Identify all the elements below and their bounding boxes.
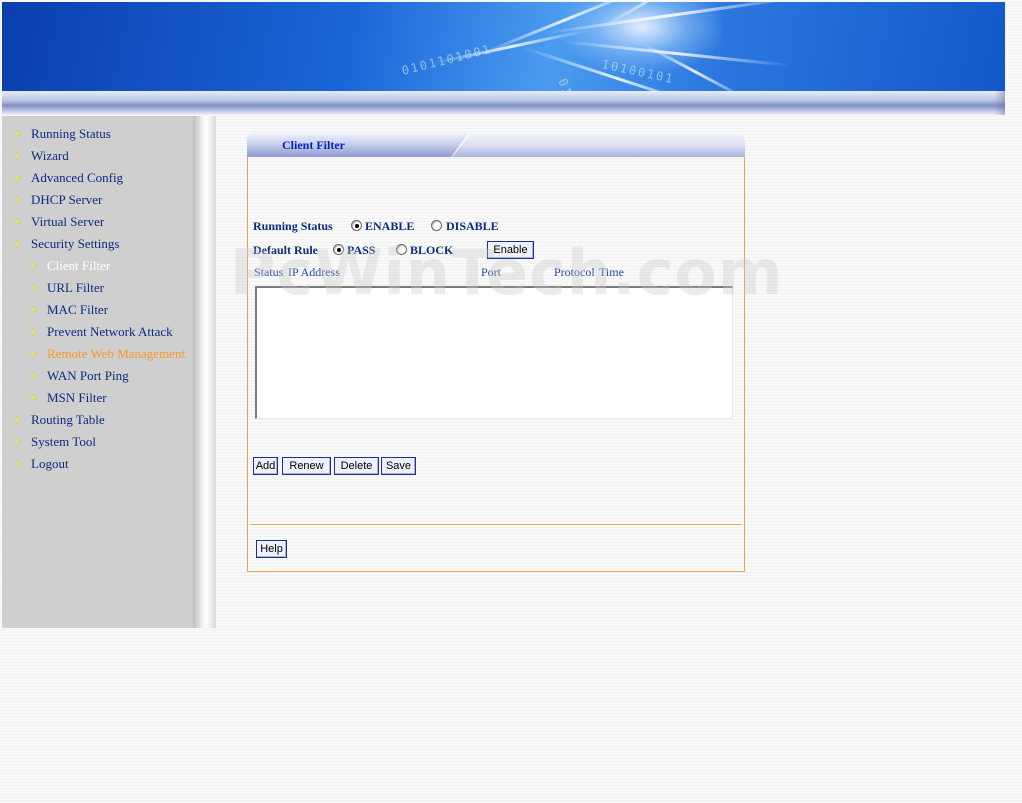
- sidebar-item-label: Running Status: [31, 126, 111, 141]
- sidebar-item-virtual-server[interactable]: ✦ Virtual Server: [2, 212, 104, 232]
- sparkle-icon: ✦: [13, 172, 21, 183]
- save-button[interactable]: Save: [381, 457, 416, 475]
- sparkle-icon: ✦: [29, 282, 37, 293]
- sidebar-item-wan-port-ping[interactable]: ✦ WAN Port Ping: [2, 366, 129, 386]
- sparkle-icon: ✦: [13, 194, 21, 205]
- sidebar-item-advanced-config[interactable]: ✦ Advanced Config: [2, 168, 123, 188]
- sidebar-item-label: WAN Port Ping: [47, 368, 129, 383]
- sidebar-item-system-tool[interactable]: ✦ System Tool: [2, 432, 96, 452]
- sidebar-item-label: Wizard: [31, 148, 69, 163]
- panel-header: Client Filter: [247, 132, 745, 158]
- sidebar-item-label: DHCP Server: [31, 192, 103, 207]
- sparkle-icon: ✦: [29, 326, 37, 337]
- sidebar-edge: [193, 116, 216, 628]
- sidebar-item-label: Routing Table: [31, 412, 105, 427]
- column-header-status: Status: [254, 265, 284, 279]
- sidebar-item-label: System Tool: [31, 434, 96, 449]
- sidebar-item-label: MSN Filter: [47, 390, 107, 405]
- client-filter-panel: Running Status ENABLE DISABLE Default Ru…: [247, 157, 745, 572]
- panel-divider: [251, 524, 741, 525]
- sidebar-item-label: Advanced Config: [31, 170, 124, 185]
- filter-rule-list[interactable]: [255, 286, 733, 419]
- help-button[interactable]: Help: [256, 540, 287, 558]
- sidebar-item-security-settings[interactable]: ✦ Security Settings: [2, 234, 119, 254]
- sparkle-icon: ✦: [29, 260, 37, 271]
- column-header-port: Port: [481, 265, 502, 279]
- sidebar-item-client-filter[interactable]: ✦ Client Filter: [2, 256, 110, 276]
- sidebar-item-routing-table[interactable]: ✦ Routing Table: [2, 410, 105, 430]
- column-header-protocol: Protocol: [554, 265, 595, 279]
- header-bar-end: [994, 91, 1005, 115]
- sidebar-item-label: Virtual Server: [31, 214, 105, 229]
- running-status-disable-radio[interactable]: [431, 220, 442, 231]
- sidebar-item-dhcp-server[interactable]: ✦ DHCP Server: [2, 190, 102, 210]
- sparkle-icon: ✦: [13, 414, 21, 425]
- add-button[interactable]: Add: [253, 457, 278, 475]
- sidebar-item-label: URL Filter: [47, 280, 104, 295]
- enable-button[interactable]: Enable: [487, 241, 534, 259]
- sparkle-icon: ✦: [13, 216, 21, 227]
- sidebar-item-logout[interactable]: ✦ Logout: [2, 454, 69, 474]
- sidebar-item-label: Remote Web Management: [47, 346, 186, 361]
- sidebar-item-wizard[interactable]: ✦ Wizard: [2, 146, 69, 166]
- column-header-time: Time: [599, 265, 624, 279]
- sparkle-icon: ✦: [29, 370, 37, 381]
- sidebar-item-running-status[interactable]: ✦ Running Status: [2, 124, 111, 144]
- header-banner: 0101101001 10100101 0101: [2, 2, 1005, 91]
- renew-button[interactable]: Renew: [282, 457, 331, 475]
- sparkle-icon: ✦: [29, 304, 37, 315]
- sidebar-item-mac-filter[interactable]: ✦ MAC Filter: [2, 300, 108, 320]
- running-status-disable-label: DISABLE: [446, 219, 499, 233]
- sidebar-item-label: Logout: [31, 456, 69, 471]
- header-bar: [2, 91, 1005, 115]
- sparkle-icon: ✦: [29, 392, 37, 403]
- banner-binary-digits: 0101101001: [400, 41, 494, 78]
- sparkle-icon: ✦: [13, 128, 21, 139]
- sidebar-item-msn-filter[interactable]: ✦ MSN Filter: [2, 388, 107, 408]
- sparkle-icon: ✦: [13, 150, 21, 161]
- panel-header-bar: [452, 132, 745, 157]
- default-rule-pass-label: PASS: [347, 243, 376, 257]
- sidebar-item-label: Client Filter: [47, 258, 111, 273]
- sidebar-item-label: Prevent Network Attack: [47, 324, 173, 339]
- default-rule-label: Default Rule: [253, 243, 318, 257]
- delete-button[interactable]: Delete: [334, 457, 379, 475]
- banner-binary-digits: 0101: [555, 77, 581, 91]
- running-status-enable-radio[interactable]: [351, 220, 362, 231]
- sidebar-item-label: Security Settings: [31, 236, 120, 251]
- sparkle-icon: ✦: [13, 436, 21, 447]
- sidebar-item-remote-web-management[interactable]: ✦ Remote Web Management: [2, 344, 185, 364]
- sidebar-item-prevent-network-attack[interactable]: ✦ Prevent Network Attack: [2, 322, 173, 342]
- sidebar-item-label: MAC Filter: [47, 302, 109, 317]
- panel-tab: [247, 132, 469, 157]
- running-status-label: Running Status: [253, 219, 333, 233]
- sparkle-icon: ✦: [13, 238, 21, 249]
- sparkle-icon: ✦: [29, 348, 37, 359]
- panel-title: Client Filter: [282, 138, 345, 152]
- sidebar-nav: ✦ Running Status ✦ Wizard ✦ Advanced Config…: [2, 116, 193, 628]
- default-rule-block-radio[interactable]: [396, 244, 407, 255]
- page: 0101101001 10100101 0101 ✦ Running Status…: [0, 0, 1022, 803]
- sidebar-item-url-filter[interactable]: ✦ URL Filter: [2, 278, 104, 298]
- default-rule-pass-radio[interactable]: [333, 244, 344, 255]
- default-rule-block-label: BLOCK: [410, 243, 454, 257]
- column-header-ip-address: IP Address: [288, 265, 340, 279]
- sparkle-icon: ✦: [13, 458, 21, 469]
- running-status-enable-label: ENABLE: [365, 219, 415, 233]
